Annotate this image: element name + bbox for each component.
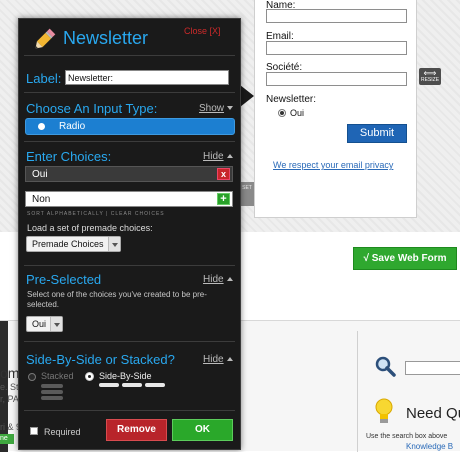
preselected-toggle[interactable]: Hide <box>203 274 233 285</box>
stacked-label: Stacked <box>41 371 74 381</box>
input-type-toggle[interactable]: Show <box>199 103 234 114</box>
layout-toggle[interactable]: Hide <box>203 354 233 365</box>
pencil-icon <box>35 28 56 49</box>
panel-title: Newsletter <box>63 28 149 48</box>
input-type-selected: Radio <box>59 121 86 132</box>
form-preview: Name: Email: Société: Newsletter: Oui Su… <box>254 0 417 218</box>
choices-title: Enter Choices: <box>26 149 112 164</box>
divider <box>24 410 235 411</box>
magnifier-icon[interactable] <box>374 355 396 377</box>
resize-handle[interactable]: ⟺ RESIZE <box>419 68 441 85</box>
divider <box>24 141 235 142</box>
sort-clear-links[interactable]: SORT ALPHABETICALLY | CLEAR CHOICES <box>27 211 165 217</box>
help-search-input[interactable] <box>405 361 460 375</box>
premade-caption: Load a set of premade choices: <box>27 223 153 233</box>
chevron-down-icon <box>227 106 234 111</box>
field-editor-panel: Newsletter Close [X] Label: Choose An In… <box>18 18 241 450</box>
newsletter-label: Newsletter: <box>266 94 317 105</box>
remove-button[interactable]: Remove <box>106 419 167 441</box>
add-choice-icon[interactable]: + <box>217 193 230 205</box>
choice-item[interactable]: Oui x <box>25 166 233 182</box>
stacked-layout-icon <box>41 384 63 400</box>
resize-label: RESIZE <box>420 77 440 83</box>
required-label: Required <box>44 427 81 437</box>
societe-field[interactable] <box>266 72 407 86</box>
ok-button[interactable]: OK <box>172 419 233 441</box>
input-type-title: Choose An Input Type: <box>26 101 158 116</box>
newsletter-radio-label: Oui <box>290 108 305 118</box>
layout-title: Side-By-Side or Stacked? <box>26 352 175 367</box>
input-type-select[interactable]: Radio <box>25 118 235 135</box>
chevron-up-icon <box>226 357 233 362</box>
save-web-form-button[interactable]: √ Save Web Form <box>353 247 457 270</box>
chevron-up-icon <box>226 154 233 159</box>
divider <box>24 341 235 342</box>
remove-choice-icon[interactable]: x <box>217 168 230 180</box>
radio-dot-icon <box>38 123 45 130</box>
lightbulb-icon <box>375 398 393 423</box>
help-title: Need Qu <box>406 405 460 422</box>
divider <box>24 55 235 56</box>
layout-toggle-label: Hide <box>203 354 224 365</box>
label-caption: Label: <box>26 71 62 86</box>
stacked-radio[interactable] <box>28 373 36 381</box>
close-button[interactable]: Close [X] <box>184 26 221 36</box>
side-tab[interactable]: SET <box>240 182 254 206</box>
choices-toggle-label: Hide <box>203 151 224 162</box>
checkmark-icon: √ <box>363 253 372 264</box>
side-by-side-label: Side-By-Side <box>99 371 152 381</box>
name-field[interactable] <box>266 9 407 23</box>
panel-pointer <box>240 85 254 107</box>
privacy-link[interactable]: We respect your email privacy <box>273 160 393 170</box>
new-choice-value: Non <box>32 194 51 205</box>
side-by-side-layout-icon <box>99 383 165 387</box>
label-input[interactable] <box>65 70 229 85</box>
choices-toggle[interactable]: Hide <box>203 151 233 162</box>
preselected-value: Oui <box>32 319 47 329</box>
knowledge-base-link[interactable]: Knowledge B <box>406 442 453 451</box>
chevron-up-icon <box>226 277 233 282</box>
preselected-dropdown[interactable]: Oui <box>26 316 63 332</box>
choice-item-label: Oui <box>32 169 48 180</box>
help-text: Use the search box above <box>366 433 448 440</box>
chevron-down-icon <box>108 237 120 251</box>
chevron-down-icon <box>50 317 62 331</box>
lower-divider <box>357 331 358 452</box>
required-checkbox[interactable] <box>30 427 38 435</box>
divider <box>24 265 235 266</box>
submit-button[interactable]: Submit <box>347 124 407 143</box>
premade-choices-dropdown[interactable]: Premade Choices <box>26 236 121 252</box>
new-choice-input[interactable]: Non + <box>25 191 233 207</box>
divider <box>24 92 235 93</box>
input-type-toggle-label: Show <box>199 103 225 114</box>
preselected-toggle-label: Hide <box>203 274 224 285</box>
resize-arrows-icon: ⟺ <box>423 68 437 78</box>
save-web-form-label: Save Web Form <box>371 253 447 264</box>
preselected-help: Select one of the choices you've created… <box>27 290 207 309</box>
premade-choices-value: Premade Choices <box>32 239 104 249</box>
side-by-side-radio[interactable] <box>85 372 94 381</box>
email-field[interactable] <box>266 41 407 55</box>
lower-green-badge[interactable]: ne <box>0 434 14 444</box>
preselected-title: Pre-Selected <box>26 272 102 287</box>
newsletter-radio-oui[interactable] <box>278 109 286 117</box>
